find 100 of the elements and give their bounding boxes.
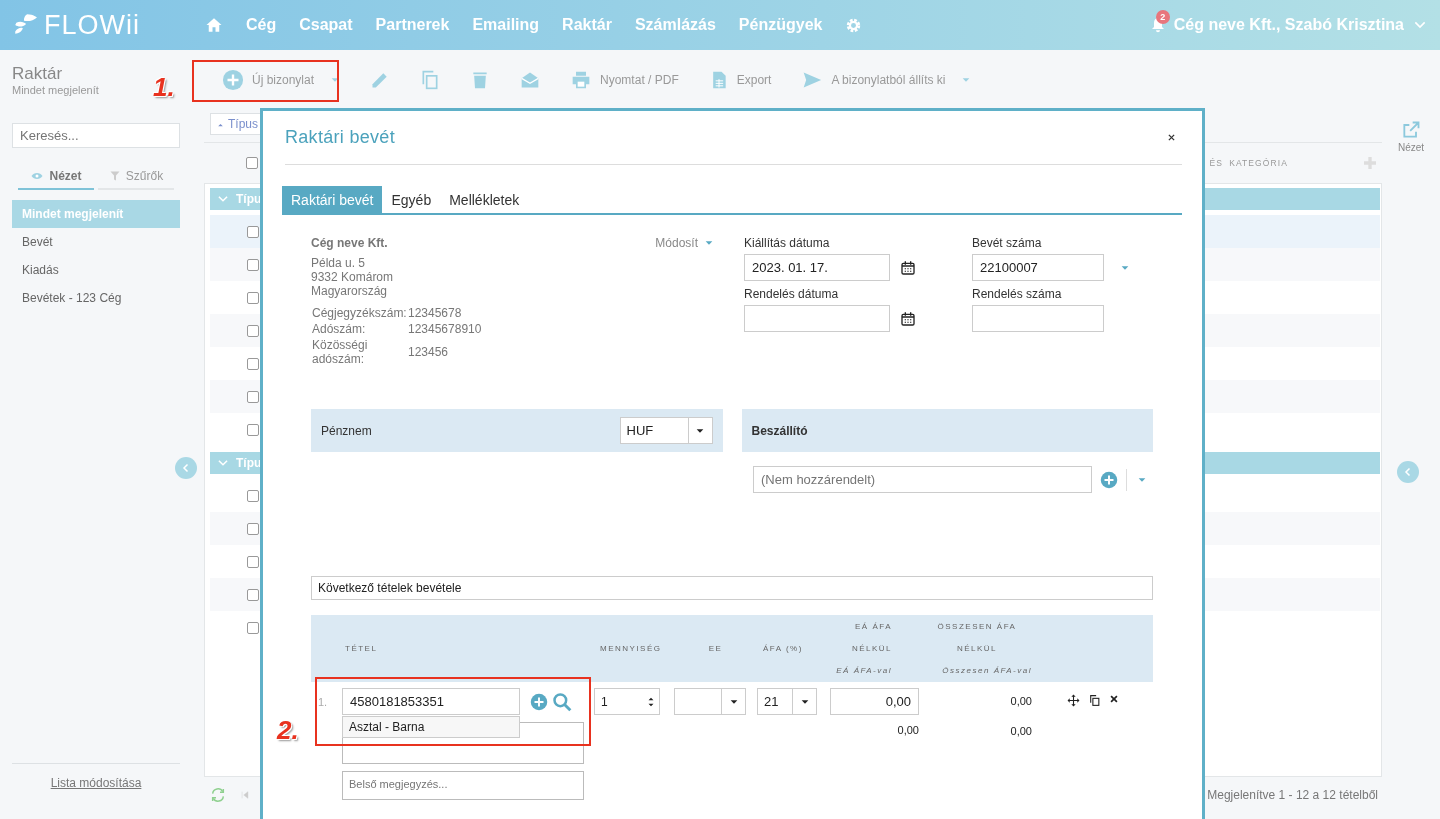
row-checkbox[interactable]: [247, 225, 259, 238]
step-marker: 2.: [277, 715, 299, 746]
delete-icon[interactable]: [1109, 694, 1119, 704]
sidebar-item[interactable]: Bevét: [12, 228, 180, 256]
id-label: Közösségi adószám:: [312, 338, 369, 366]
move-icon[interactable]: [1067, 694, 1080, 707]
row-checkbox[interactable]: [246, 157, 258, 169]
input-field[interactable]: 2023. 01. 17.: [744, 254, 890, 281]
group-label: Típu: [236, 192, 262, 206]
column-header: TÉTEL: [345, 642, 379, 655]
row-checkbox[interactable]: [247, 291, 259, 304]
edit-list-link[interactable]: Lista módosítása: [50, 776, 142, 790]
view-button[interactable]: Nézet: [1397, 120, 1425, 153]
id-value: 12345678: [408, 306, 463, 320]
input-field[interactable]: [744, 305, 890, 332]
note-field[interactable]: Következő tételek bevétele: [311, 576, 1153, 600]
print-button[interactable]: Nyomtat / PDF: [558, 64, 691, 96]
copy-icon[interactable]: [1088, 694, 1101, 707]
column-header: ÁFA (%): [763, 642, 804, 655]
row-checkbox[interactable]: [247, 324, 259, 337]
supplier-field[interactable]: (Nem hozzárendelt): [753, 466, 1092, 493]
dialog-tab[interactable]: Mellékletek: [440, 186, 529, 213]
row-checkbox[interactable]: [247, 522, 259, 535]
address-line: Példa u. 5: [311, 256, 367, 270]
nav-link[interactable]: Cég: [246, 16, 277, 34]
row-checkbox[interactable]: [247, 258, 259, 271]
unit-price-field[interactable]: 0,00: [830, 688, 919, 715]
calendar-icon[interactable]: [900, 259, 916, 276]
input-field[interactable]: [972, 305, 1104, 332]
id-label: Adószám:: [312, 322, 367, 336]
new-button[interactable]: Új bizonylat: [210, 64, 353, 96]
quantity-field[interactable]: 1: [594, 688, 660, 715]
field-label: Bevét száma: [972, 236, 1043, 250]
internal-note-field[interactable]: Belső megjegyzés...: [342, 771, 584, 800]
sidebar-item[interactable]: Kiadás: [12, 256, 180, 284]
dialog-tab[interactable]: Egyéb: [382, 186, 441, 213]
collapse-button[interactable]: [175, 457, 197, 479]
sidebar-tab[interactable]: Szűrők: [98, 163, 174, 190]
sidebar-item[interactable]: Bevétek - 123 Cég: [12, 284, 180, 312]
dialog-tab[interactable]: Raktári bevét: [282, 186, 383, 213]
row-checkbox[interactable]: [247, 423, 259, 436]
total-net-value: 0,00: [1010, 694, 1033, 709]
column-header: KATEGÓRIA: [1229, 158, 1288, 168]
column-header: MENNYISÉG: [600, 642, 663, 655]
company-name: Cég neve Kft.: [311, 236, 388, 250]
collapse-button[interactable]: [1397, 461, 1419, 483]
logo-wordmark[interactable]: FLOWii: [44, 9, 140, 41]
refresh-icon[interactable]: [210, 786, 226, 803]
modify-button[interactable]: Módosít: [655, 236, 714, 250]
external-link-icon[interactable]: [1400, 120, 1422, 140]
unit-gross-value: 0,00: [897, 723, 919, 738]
filter-icon[interactable]: [108, 169, 121, 182]
column-header: EE: [708, 642, 723, 655]
notification-badge: 2: [1155, 10, 1170, 24]
row-checkbox[interactable]: [247, 621, 259, 634]
currency-select[interactable]: HUF: [619, 417, 713, 444]
add-icon[interactable]: [222, 69, 244, 91]
column-header: EÁ ÁFA NÉLKÜL: [850, 620, 892, 655]
nav-link[interactable]: Csapat: [299, 16, 353, 34]
column-header: ÉS: [1209, 158, 1224, 168]
envelope-icon[interactable]: [520, 70, 541, 90]
vat-select[interactable]: 21: [757, 688, 817, 715]
id-label: Cégjegyzékszám:: [312, 306, 408, 320]
suggestion-menu[interactable]: Asztal - Barna: [342, 716, 520, 738]
page-subtitle: Mindet megjelenít: [12, 84, 99, 96]
search-icon[interactable]: [552, 691, 572, 712]
currency-label: Pénznem: [321, 423, 372, 438]
first-page-icon[interactable]: [240, 789, 250, 800]
id-value: 123456: [408, 345, 450, 359]
input-field[interactable]: 22100007: [972, 254, 1104, 281]
field-label: Rendelés dátuma: [744, 287, 840, 301]
row-checkbox[interactable]: [247, 357, 259, 370]
column-header: ÖSSZESEN ÁFA NÉLKÜL: [936, 620, 1018, 655]
calendar-icon[interactable]: [900, 310, 916, 327]
add-icon[interactable]: [530, 692, 548, 711]
field-label: Rendelés száma: [972, 287, 1063, 301]
row-checkbox[interactable]: [247, 588, 259, 601]
add-icon[interactable]: [1100, 470, 1118, 489]
search-field[interactable]: Keresés...: [12, 123, 180, 148]
address-line: Magyarország: [311, 284, 389, 298]
issue-button[interactable]: A bizonylatból állíts ki: [789, 64, 984, 96]
total-gross-value: 0,00: [1010, 724, 1033, 739]
row-number: 1.: [317, 695, 329, 710]
page-title: Raktár: [12, 64, 63, 84]
row-checkbox[interactable]: [247, 390, 259, 403]
item-code-field[interactable]: 4580181853351: [342, 688, 520, 715]
column-subheader: Összesen ÁFA-val: [942, 664, 1032, 677]
column-subheader: EÁ ÁFA-val: [836, 664, 892, 677]
id-value: 12345678910: [408, 322, 483, 336]
step-marker: 1.: [153, 72, 175, 103]
settings-icon[interactable]: [845, 16, 863, 34]
supplier-label: Beszállító: [751, 423, 808, 438]
nav-link[interactable]: Partnerek: [375, 16, 450, 34]
export-button[interactable]: Export: [696, 64, 784, 96]
row-checkbox[interactable]: [247, 489, 259, 502]
home-icon[interactable]: [205, 16, 223, 34]
sidebar-tab[interactable]: Nézet: [18, 163, 94, 190]
row-checkbox[interactable]: [247, 555, 259, 568]
pagination-info: Megjelenítve 1 - 12 a 12 tételből: [1207, 787, 1379, 802]
close-icon[interactable]: [1167, 133, 1176, 142]
